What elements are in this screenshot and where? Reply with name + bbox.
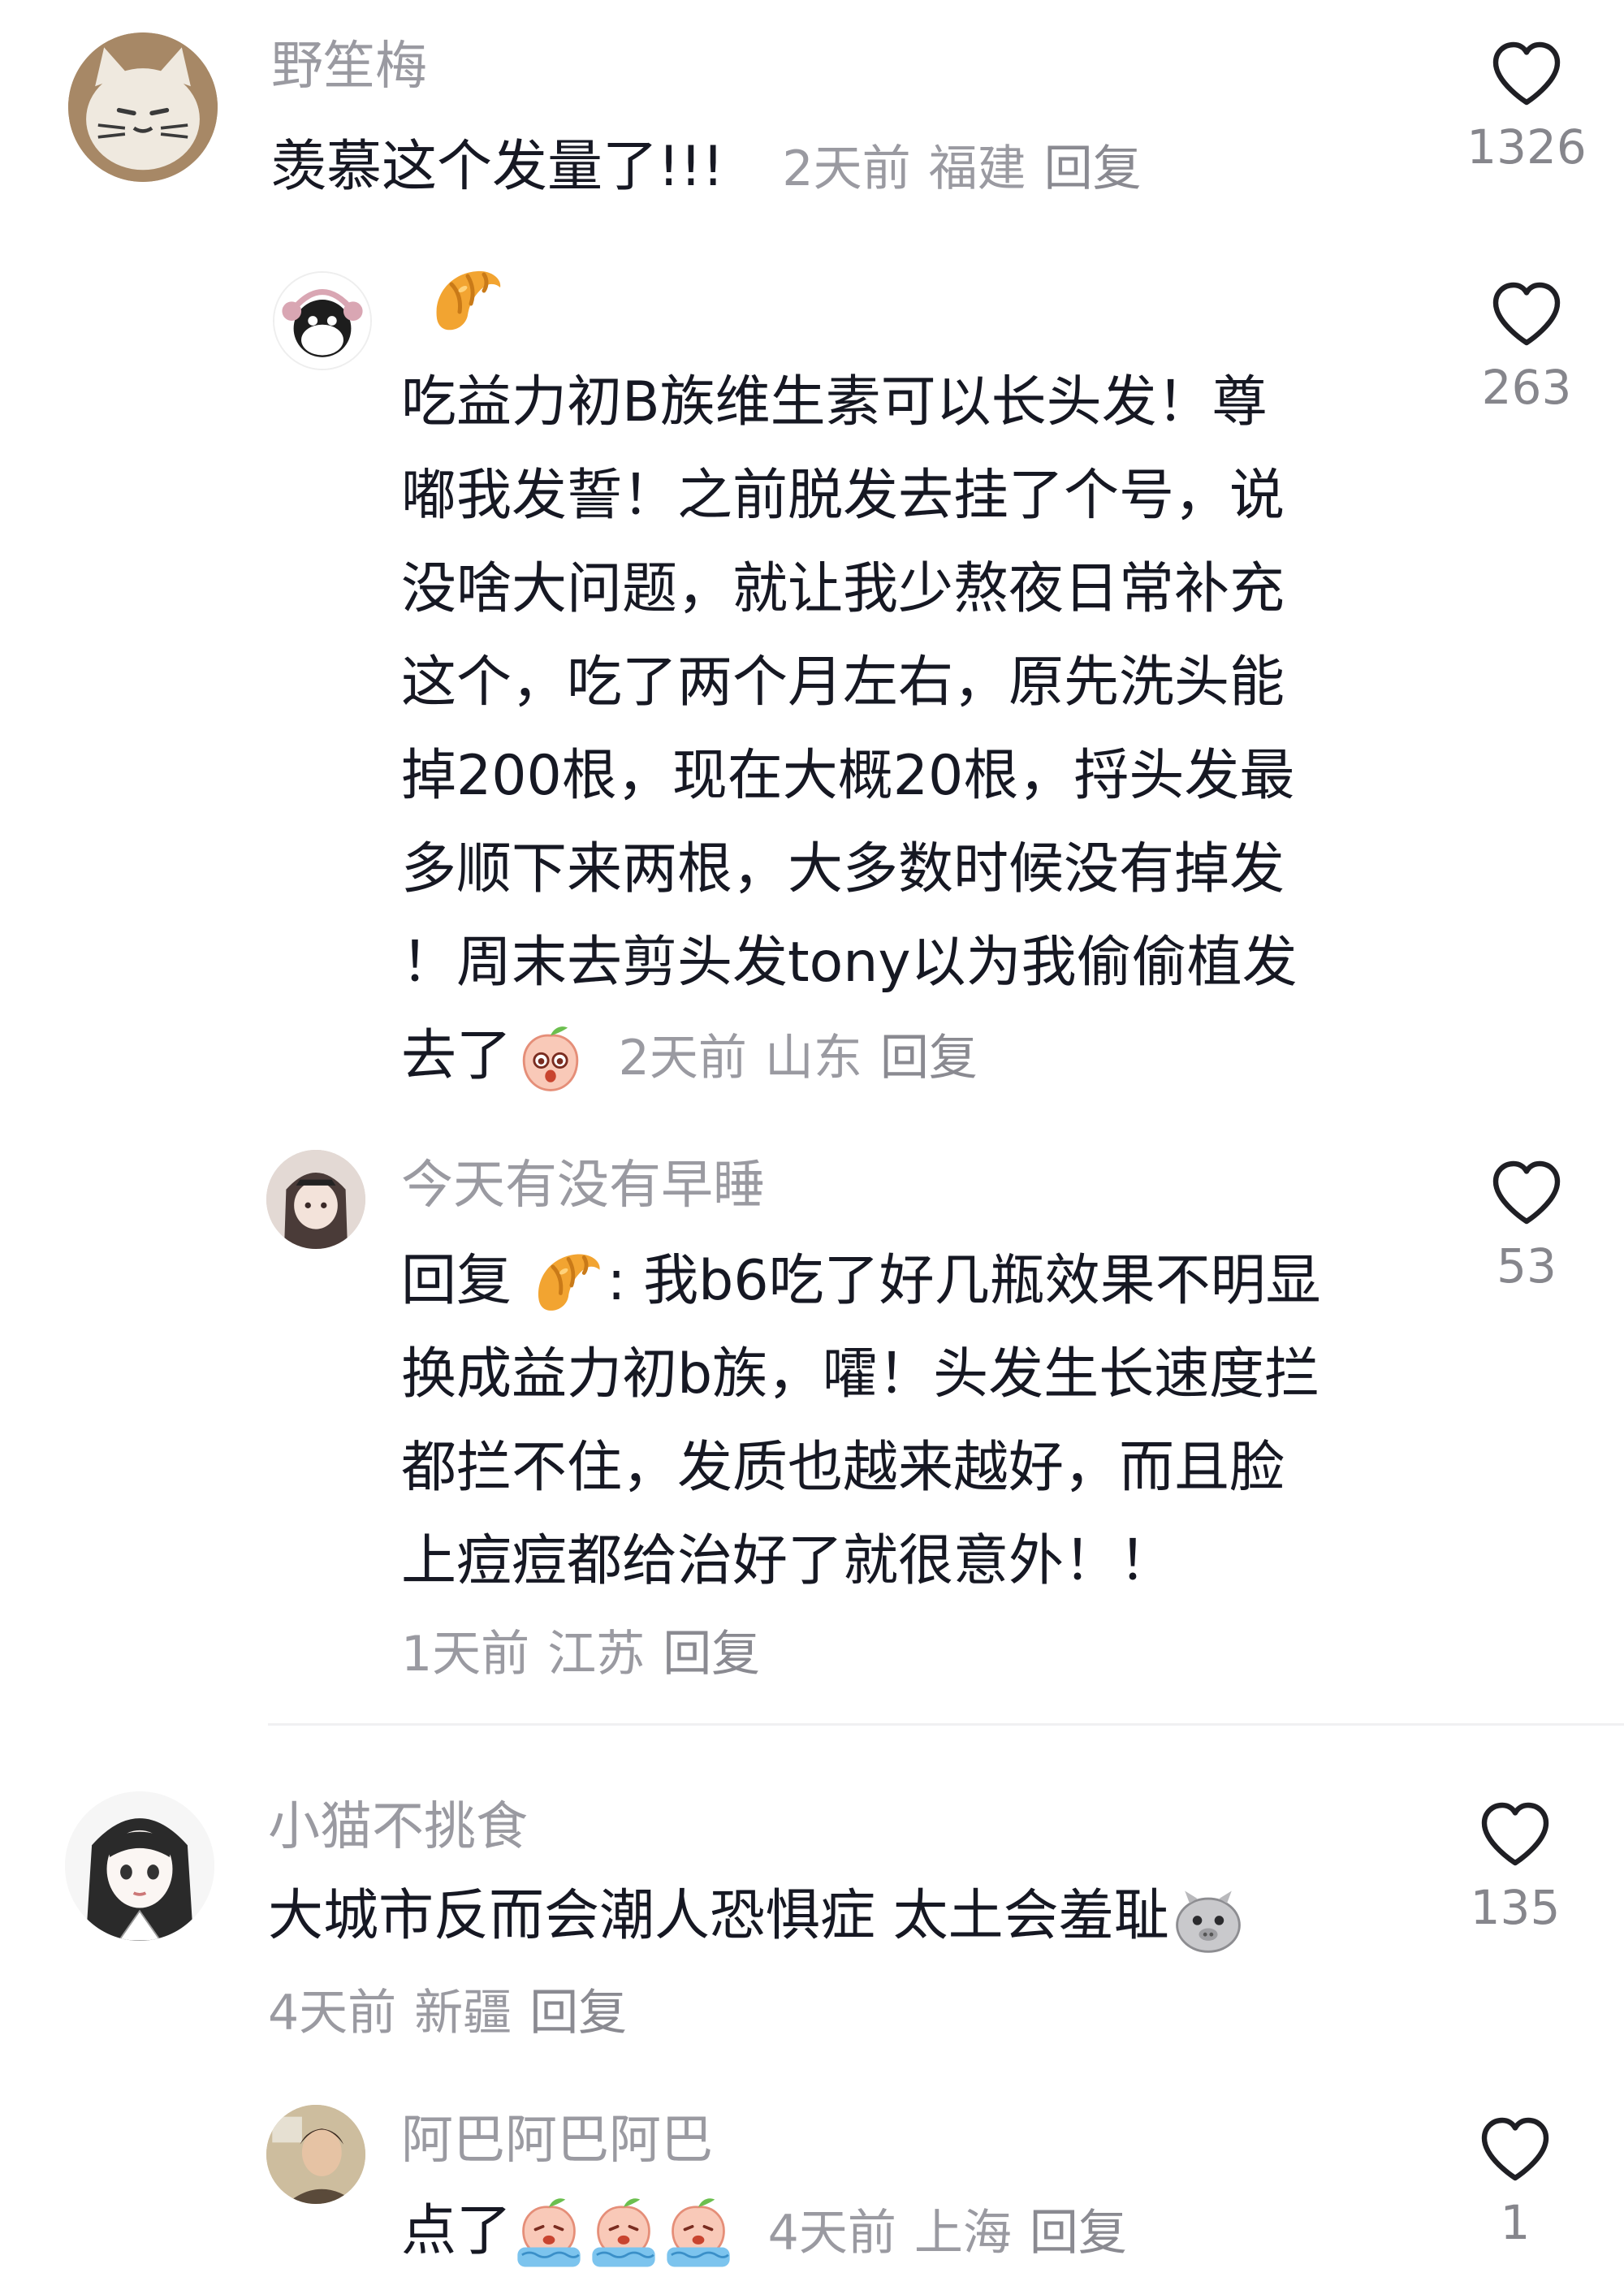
- comment-text: 点了 4天前 上海 回复: [401, 2184, 1145, 2280]
- comment-location: 江苏: [547, 1626, 646, 1683]
- comment-meta: 2天前 福建 回复: [782, 140, 1159, 197]
- peach-crying-emoji-icon: [586, 2197, 661, 2271]
- like-count: 53: [1497, 1238, 1557, 1294]
- comment-meta: 2天前 山东 回复: [619, 1030, 996, 1087]
- reply-line: 掉200根，现在大概20根，捋头发最: [401, 744, 1295, 808]
- cat-avatar-icon: [68, 32, 218, 182]
- like-count: 1326: [1466, 119, 1587, 175]
- like-button[interactable]: 53: [1453, 1155, 1600, 1290]
- reply-button[interactable]: 回复: [663, 1626, 760, 1683]
- reply-first-line: 回复 : 我b6吃了好几瓶效果不明显: [401, 1234, 1321, 1328]
- reply-line: : 我b6吃了好几瓶效果不明显: [607, 1249, 1321, 1313]
- peach-surprised-emoji-icon: [512, 1020, 590, 1098]
- comment-time: 4天前: [268, 1985, 397, 2042]
- avatar[interactable]: [273, 271, 372, 370]
- reply-button[interactable]: 回复: [880, 1030, 978, 1087]
- pig-shy-emoji-icon: [1169, 1880, 1247, 1958]
- comment-location: 福建: [928, 140, 1026, 197]
- like-button[interactable]: 1326: [1453, 36, 1600, 171]
- avatar[interactable]: [266, 2105, 365, 2204]
- reply-line: 吃益力初B族维生素可以长头发！尊: [401, 370, 1268, 434]
- avatar[interactable]: [68, 32, 218, 182]
- comment-time: 2天前: [618, 1030, 747, 1087]
- reply-body: 回复 : 我b6吃了好几瓶效果不明显 换成益力初b族，嚯！头发生长速度拦 都拦不…: [401, 1234, 1321, 1701]
- peach-crying-emoji-icon: [512, 2197, 586, 2271]
- like-count: 135: [1470, 1880, 1561, 1935]
- comment-body: 大城市反而会潮人恐惧症 太土会羞耻: [268, 1884, 1169, 1948]
- reply-body: 吃益力初B族维生素可以长头发！尊 嘟我发誓！之前脱发去挂了个号，说 没啥大问题，…: [401, 356, 1298, 1105]
- reply-line: 换成益力初b族，嚯！头发生长速度拦: [401, 1342, 1320, 1406]
- comment-divider: [268, 1723, 1624, 1726]
- girl-avatar-icon: [266, 1150, 365, 1249]
- reply-line: ！周末去剪头发tony以为我偷偷植发: [401, 931, 1298, 995]
- like-button[interactable]: 1: [1442, 2111, 1588, 2246]
- comment-text: 大城市反而会潮人恐惧症 太土会羞耻: [268, 1869, 1247, 1963]
- username[interactable]: 小猫不挑食: [268, 1801, 528, 1853]
- like-button[interactable]: 135: [1442, 1796, 1588, 1931]
- username[interactable]: 今天有没有早睡: [401, 1160, 765, 1212]
- username[interactable]: 野笙梅: [271, 41, 427, 93]
- like-count: 1: [1500, 2195, 1531, 2250]
- comment-text: 羡慕这个发量了!!! 2天前 福建 回复: [271, 120, 1160, 216]
- anime-girl-avatar-icon: [65, 1791, 214, 1941]
- like-button[interactable]: 263: [1453, 276, 1600, 411]
- heart-icon: [1488, 36, 1566, 114]
- comment-body: 羡慕这个发量了!!!: [271, 135, 724, 199]
- cow-avatar-icon: [274, 273, 370, 369]
- username[interactable]: 阿巴阿巴阿巴: [401, 2115, 713, 2167]
- croissant-emoji-icon: [427, 261, 508, 343]
- reply-line: 去了: [401, 1024, 512, 1088]
- reply-line: 嘟我发誓！之前脱发去挂了个号，说: [401, 464, 1285, 528]
- comment-location: 上海: [914, 2205, 1012, 2262]
- comment-meta: 1天前 江苏 回复: [401, 1608, 1321, 1701]
- reply-line: 没啥大问题，就让我少熬夜日常补充: [401, 557, 1285, 621]
- reply-mention-prefix: 回复: [401, 1249, 512, 1313]
- comment-meta: 4天前 上海 回复: [768, 2205, 1145, 2262]
- comment-body: 点了: [401, 2199, 512, 2263]
- reply-username-emoji[interactable]: [427, 261, 508, 343]
- reply-last-line: 去了 2天前 山东 回复: [401, 1009, 1298, 1105]
- peach-crying-emoji-icon: [661, 2197, 736, 2271]
- reply-button[interactable]: 回复: [1044, 140, 1142, 197]
- heart-icon: [1476, 2111, 1554, 2189]
- heart-icon: [1488, 276, 1566, 354]
- comment-meta: 4天前 新疆 回复: [268, 1967, 645, 2060]
- reply-line: 上痘痘都给治好了就很意外！！: [401, 1529, 1175, 1593]
- comment-location: 新疆: [414, 1985, 512, 2042]
- comment-location: 山东: [764, 1030, 862, 1087]
- croissant-emoji-icon[interactable]: [529, 1245, 607, 1323]
- person-avatar-icon: [266, 2105, 365, 2204]
- comment-time: 4天前: [767, 2205, 896, 2262]
- reply-line: 这个，吃了两个月左右，原先洗头能: [401, 650, 1285, 715]
- reply-button[interactable]: 回复: [1030, 2205, 1127, 2262]
- reply-line: 多顺下来两根，大多数时候没有掉发: [401, 837, 1285, 901]
- reply-button[interactable]: 回复: [529, 1985, 627, 2042]
- reply-line: 都拦不住，发质也越来越好，而且脸: [401, 1436, 1285, 1500]
- avatar[interactable]: [266, 1150, 365, 1249]
- heart-icon: [1488, 1155, 1566, 1233]
- like-count: 263: [1481, 360, 1572, 415]
- comment-time: 2天前: [782, 140, 911, 197]
- comment-time: 1天前: [401, 1626, 530, 1683]
- avatar[interactable]: [65, 1791, 214, 1941]
- heart-icon: [1476, 1796, 1554, 1874]
